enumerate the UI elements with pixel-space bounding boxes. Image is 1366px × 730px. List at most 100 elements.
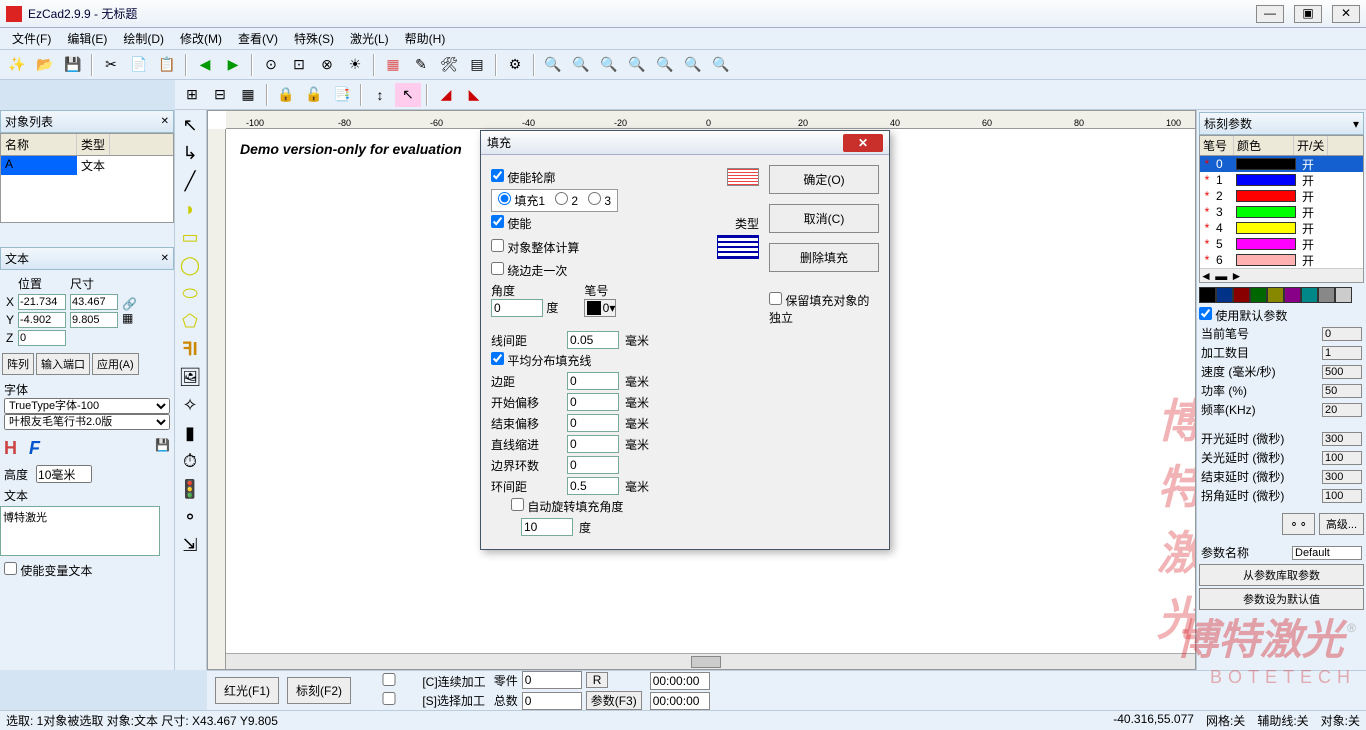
copy-icon[interactable]: 📄 (126, 53, 152, 77)
save-font-icon[interactable]: 💾 (155, 438, 170, 459)
zoomwin-icon[interactable]: 🔍 (680, 53, 706, 77)
pen-table[interactable]: 笔号 颜色 开/关 *0开*1开*2开*3开*4开*5开*6开 ◄ ▬ ► (1199, 135, 1364, 283)
pen-row[interactable]: *6开 (1200, 252, 1363, 268)
param-input[interactable] (1322, 327, 1362, 341)
tool1-icon[interactable]: ✎ (408, 53, 434, 77)
h-scrollbar[interactable] (226, 653, 1195, 669)
vector-icon[interactable]: ✧ (177, 392, 203, 418)
menu-file[interactable]: 文件(F) (4, 28, 59, 49)
cancel-button[interactable]: 取消(C) (769, 204, 879, 233)
markparam-header[interactable]: 标刻参数 ▾ (1199, 112, 1364, 135)
color-swatch[interactable] (1335, 287, 1352, 303)
pen-row[interactable]: *0开 (1200, 156, 1363, 172)
param-input[interactable] (1322, 365, 1362, 379)
linespace-input[interactable] (567, 331, 619, 349)
line-icon[interactable]: ╱ (177, 168, 203, 194)
apply-button[interactable]: 应用(A) (92, 353, 139, 375)
panel-menu-icon[interactable]: ▾ (1353, 117, 1359, 131)
layer-icon[interactable]: 📑 (329, 83, 355, 107)
menu-edit[interactable]: 编辑(E) (59, 28, 115, 49)
enable-outline-checkbox[interactable]: 使能轮廓 (491, 169, 555, 186)
ellipse-icon[interactable]: ⬭ (177, 280, 203, 306)
color-swatch[interactable] (1250, 287, 1267, 303)
lock-icon[interactable]: 🔒 (273, 83, 299, 107)
h-input[interactable] (70, 312, 118, 328)
pen-scrollbar[interactable]: ◄ ▬ ► (1200, 268, 1363, 282)
zoom-icon[interactable]: 🔍 (540, 53, 566, 77)
red-button[interactable]: 红光(F1) (215, 677, 279, 704)
hatch-icon[interactable]: ▦ (380, 53, 406, 77)
autorotate-checkbox[interactable]: 自动旋转填充角度 (511, 498, 623, 515)
encoder-icon[interactable]: ⚬ (177, 504, 203, 530)
param-input[interactable] (1322, 432, 1362, 446)
redo-icon[interactable]: ▶ (220, 53, 246, 77)
mirror-h-icon[interactable]: ◢ (433, 83, 459, 107)
param-input[interactable] (1322, 346, 1362, 360)
height-input[interactable] (36, 465, 92, 483)
unlock-icon[interactable]: 🔓 (301, 83, 327, 107)
status-grid[interactable]: 网格:关 (1206, 712, 1245, 729)
parts-input[interactable] (522, 671, 582, 689)
angle-input[interactable] (491, 299, 543, 317)
menu-help[interactable]: 帮助(H) (397, 28, 454, 49)
pen-select[interactable]: 0▾ (584, 299, 616, 317)
snap3-icon[interactable]: ⊗ (314, 53, 340, 77)
fill-radio-group[interactable]: 填充1 2 3 (491, 189, 618, 212)
y-input[interactable] (18, 312, 66, 328)
ringspace-input[interactable] (567, 477, 619, 495)
node-icon[interactable]: ↳ (177, 140, 203, 166)
pen-row[interactable]: *5开 (1200, 236, 1363, 252)
endoff-input[interactable] (567, 414, 619, 432)
paste-icon[interactable]: 📋 (154, 53, 180, 77)
move-icon[interactable]: ↕ (367, 83, 393, 107)
x-input[interactable] (18, 294, 66, 310)
list-item[interactable]: A 文本 (1, 156, 173, 175)
ext-icon[interactable]: ⇲ (177, 532, 203, 558)
menu-special[interactable]: 特殊(S) (286, 28, 342, 49)
close-panel-icon[interactable]: ✕ (161, 116, 169, 127)
tool3-icon[interactable]: ▤ (464, 53, 490, 77)
mark-button[interactable]: 标刻(F2) (287, 677, 351, 704)
r-button[interactable]: R (586, 672, 609, 688)
curve-icon[interactable]: ◗ (177, 196, 203, 222)
around-checkbox[interactable]: 绕边走一次 (491, 262, 567, 279)
param-input[interactable] (1322, 470, 1362, 484)
enable-checkbox[interactable]: 使能 (491, 215, 531, 232)
undo-icon[interactable]: ◀ (192, 53, 218, 77)
save-param-button[interactable]: 参数设为默认值 (1199, 588, 1364, 610)
whole-checkbox[interactable]: 对象整体计算 (491, 239, 579, 256)
menu-modify[interactable]: 修改(M) (172, 28, 230, 49)
new-icon[interactable]: ✨ (4, 53, 30, 77)
param-input[interactable] (1322, 451, 1362, 465)
load-param-button[interactable]: 从参数库取参数 (1199, 564, 1364, 586)
system-icon[interactable]: ⚙ (502, 53, 528, 77)
zoomout-icon[interactable]: 🔍 (596, 53, 622, 77)
menu-laser[interactable]: 激光(L) (342, 28, 397, 49)
param-button[interactable]: 参数(F3) (586, 691, 642, 710)
array-button[interactable]: 阵列 (2, 353, 34, 375)
circle-icon[interactable]: ◯ (177, 252, 203, 278)
param-name-input[interactable] (1292, 546, 1362, 560)
polygon-icon[interactable]: ⬠ (177, 308, 203, 334)
select-icon[interactable]: ↖ (177, 112, 203, 138)
menu-draw[interactable]: 绘制(D) (115, 28, 172, 49)
dialog-close-icon[interactable]: ✕ (843, 134, 883, 152)
image-icon[interactable]: 🖼 (177, 364, 203, 390)
param-input[interactable] (1322, 403, 1362, 417)
menu-view[interactable]: 查看(V) (230, 28, 286, 49)
text-input[interactable]: 博特激光 (0, 506, 160, 556)
minimize-button[interactable]: ― (1256, 5, 1284, 23)
pointer-icon[interactable]: ↖ (395, 83, 421, 107)
font-type-select[interactable]: TrueType字体-100 (4, 398, 170, 414)
pen-row[interactable]: *1开 (1200, 172, 1363, 188)
font-name-select[interactable]: 叶根友毛笔行书2.0版 (4, 414, 170, 430)
status-obj[interactable]: 对象:关 (1321, 712, 1360, 729)
zoomall-icon[interactable]: 🔍 (624, 53, 650, 77)
pen-row[interactable]: *2开 (1200, 188, 1363, 204)
status-snap[interactable]: 辅助线:关 (1257, 712, 1308, 729)
object-list[interactable]: 名称 类型 A 文本 (0, 133, 174, 223)
color-swatch[interactable] (1216, 287, 1233, 303)
var-text-checkbox[interactable]: 使能变量文本 (4, 564, 92, 578)
autorotate-input[interactable] (521, 518, 573, 536)
io-icon[interactable]: 🚦 (177, 476, 203, 502)
